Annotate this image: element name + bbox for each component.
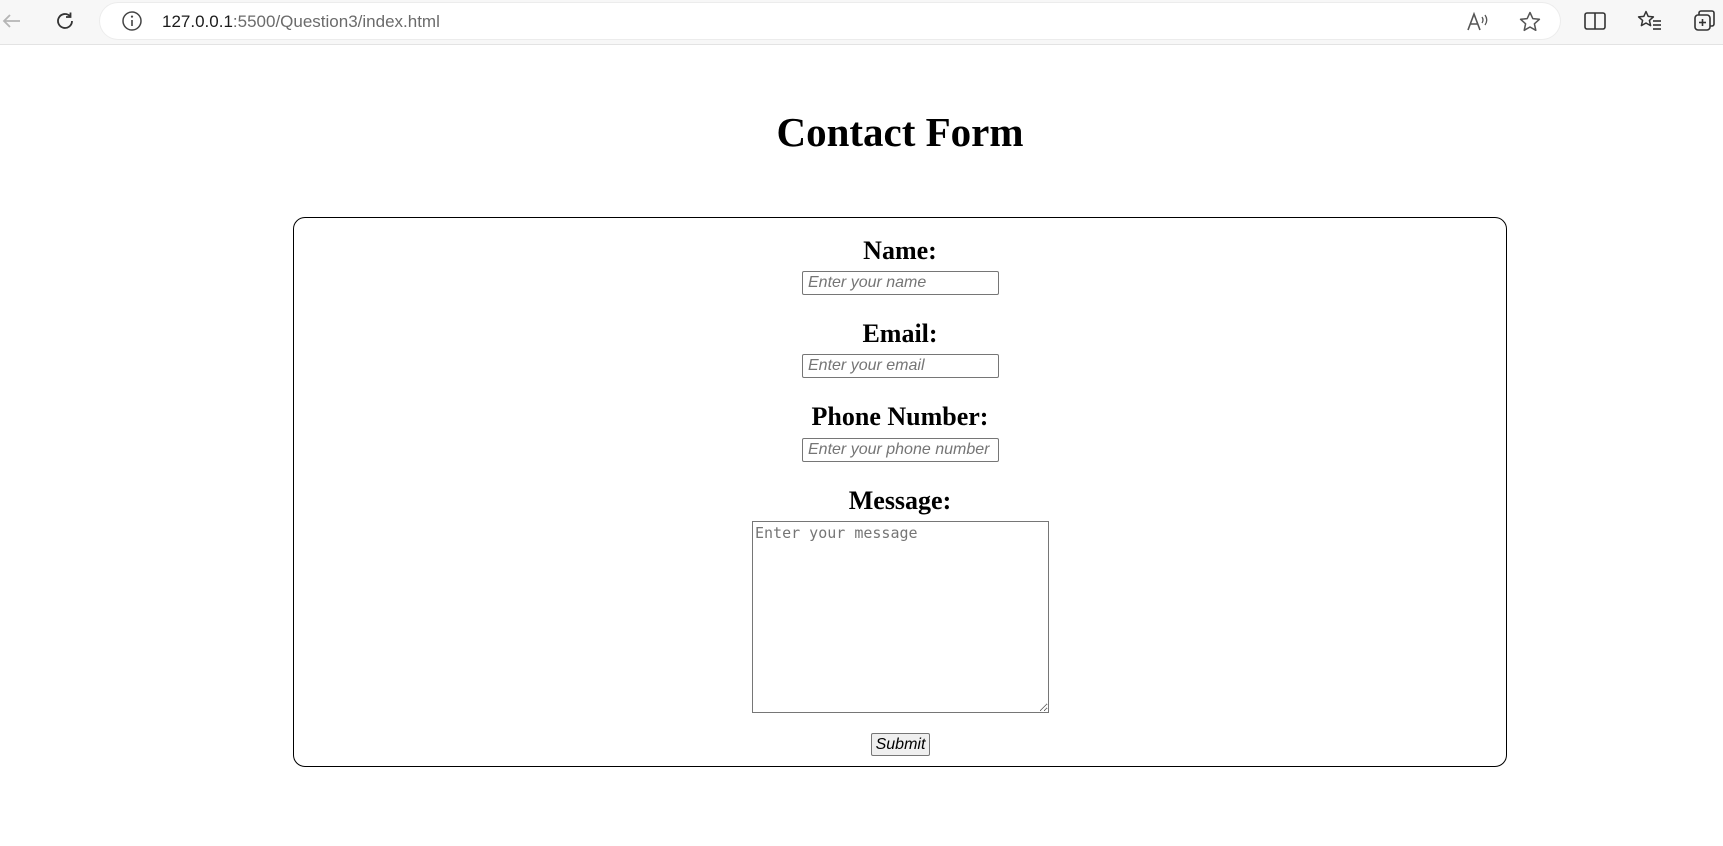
email-input[interactable] [802, 354, 999, 378]
email-label: Email: [862, 319, 938, 348]
address-bar[interactable]: 127.0.0.1:5500/Question3/index.html [100, 3, 1560, 39]
phone-input[interactable] [802, 438, 999, 462]
favorites-list-icon[interactable] [1635, 6, 1665, 36]
back-arrow-icon[interactable] [0, 6, 26, 36]
browser-toolbar: 127.0.0.1:5500/Question3/index.html [0, 0, 1723, 45]
collections-icon[interactable] [1690, 6, 1720, 36]
read-aloud-icon[interactable] [1466, 11, 1490, 38]
name-input[interactable] [802, 271, 999, 295]
url-text[interactable]: 127.0.0.1:5500/Question3/index.html [162, 12, 440, 32]
reload-icon[interactable] [50, 6, 80, 36]
url-path: :5500/Question3/index.html [232, 12, 440, 31]
name-label: Name: [863, 236, 937, 265]
split-screen-icon[interactable] [1580, 6, 1610, 36]
favorite-star-icon[interactable] [1518, 10, 1542, 39]
message-label: Message: [848, 486, 952, 515]
message-textarea[interactable] [752, 521, 1049, 713]
page-title: Contact Form [776, 109, 1024, 155]
url-host: 127.0.0.1 [162, 12, 233, 31]
submit-button[interactable]: Submit [871, 733, 930, 756]
site-info-icon[interactable] [121, 10, 143, 37]
phone-label: Phone Number: [811, 402, 989, 431]
